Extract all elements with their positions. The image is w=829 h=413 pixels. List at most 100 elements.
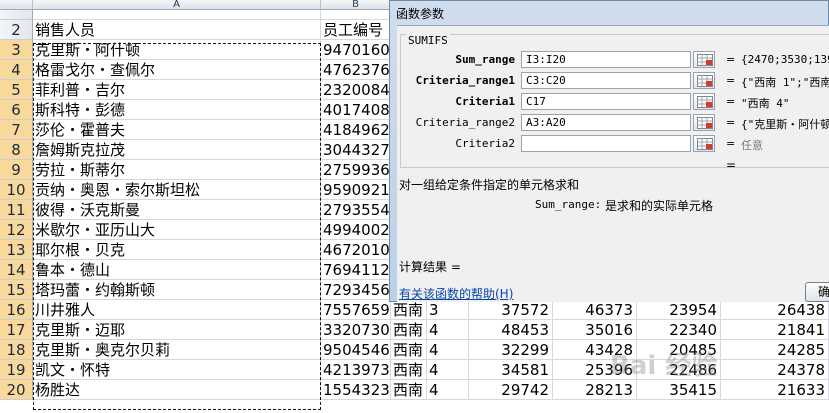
cell-value[interactable]: 21841 [721, 320, 829, 340]
collapse-dialog-button[interactable] [693, 72, 715, 89]
help-link[interactable]: 有关该函数的帮助(H) [399, 285, 513, 302]
cell-value[interactable]: 46373 [553, 300, 637, 320]
cell-value[interactable]: 32299 [469, 340, 553, 360]
row-number[interactable]: 10 [0, 180, 33, 200]
cell-value[interactable]: 22340 [637, 320, 721, 340]
cell-name[interactable]: 贡纳・奥恩・索尔斯坦松 [33, 180, 321, 200]
cell-employee-id[interactable]: 155432343 [321, 380, 391, 400]
cell-value[interactable]: 23954 [637, 300, 721, 320]
cell-name[interactable]: 销售人员 [33, 20, 321, 40]
cell-employee-id[interactable]: 2759936 [321, 160, 391, 180]
collapse-dialog-button[interactable] [693, 114, 715, 131]
cell-region[interactable]: 西南 [391, 300, 427, 320]
row-number[interactable]: 4 [0, 60, 33, 80]
row-number[interactable]: 14 [0, 260, 33, 280]
argument-input[interactable] [521, 135, 691, 152]
row-number[interactable]: 16 [0, 300, 33, 320]
cell-employee-id[interactable]: 755765929 [321, 300, 391, 320]
row-number[interactable]: 2 [0, 20, 33, 40]
row-number[interactable]: 6 [0, 100, 33, 120]
cell-name[interactable]: 耶尔根・贝克 [33, 240, 321, 260]
cell-name[interactable]: 鲁本・德山 [33, 260, 321, 280]
cell-name[interactable]: 劳拉・斯蒂尔 [33, 160, 321, 180]
cell-name[interactable]: 克里斯・迈耶 [33, 320, 321, 340]
cell-employee-id[interactable]: 3044327 [321, 140, 391, 160]
row-number[interactable]: 8 [0, 140, 33, 160]
cell[interactable] [33, 10, 321, 20]
collapse-dialog-button[interactable] [693, 51, 715, 68]
cell-value[interactable]: 21633 [721, 380, 829, 400]
cell-value[interactable]: 48453 [469, 320, 553, 340]
row-number[interactable]: 7 [0, 120, 33, 140]
cell-name[interactable]: 格雷戈尔・查佩尔 [33, 60, 321, 80]
collapse-dialog-button[interactable] [693, 93, 715, 110]
column-header-a[interactable]: A [33, 0, 321, 10]
cell-employee-id[interactable]: 4184962 [321, 120, 391, 140]
cell-value[interactable]: 34581 [469, 360, 553, 380]
cell-number[interactable]: 4 [427, 320, 469, 340]
cell[interactable] [321, 10, 391, 20]
argument-input[interactable]: C3:C20 [521, 72, 691, 89]
cell-number[interactable]: 4 [427, 380, 469, 400]
cell-number[interactable]: 3 [427, 300, 469, 320]
row-number[interactable]: 15 [0, 280, 33, 300]
cell-name[interactable]: 詹姆斯克拉茂 [33, 140, 321, 160]
cell-employee-id[interactable]: 7293456 [321, 280, 391, 300]
argument-input[interactable]: A3:A20 [521, 114, 691, 131]
row-header-corner[interactable] [0, 0, 33, 10]
cell-value[interactable]: 24285 [721, 340, 829, 360]
cell-employee-id[interactable]: 2793554 [321, 200, 391, 220]
cell-employee-id[interactable]: 4762376 [321, 60, 391, 80]
argument-input[interactable]: C17 [521, 93, 691, 110]
cell-region[interactable]: 西南 [391, 380, 427, 400]
cell-value[interactable]: 29742 [469, 380, 553, 400]
cell-name[interactable]: 凯文・怀特 [33, 360, 321, 380]
cell-employee-id[interactable]: 9590921 [321, 180, 391, 200]
column-header-b[interactable]: B [321, 0, 391, 10]
row-number[interactable] [0, 10, 33, 20]
cell-employee-id[interactable]: 4017408 [321, 100, 391, 120]
cell-number[interactable]: 4 [427, 340, 469, 360]
cell-value[interactable]: 24378 [721, 360, 829, 380]
cell-name[interactable]: 川井雅人 [33, 300, 321, 320]
argument-input[interactable]: I3:I20 [521, 51, 691, 68]
row-number[interactable]: 18 [0, 340, 33, 360]
cell-region[interactable]: 西南 [391, 320, 427, 340]
cell-name[interactable]: 菲利普・吉尔 [33, 80, 321, 100]
cell-name[interactable]: 杨胜达 [33, 380, 321, 400]
row-number[interactable]: 20 [0, 380, 33, 400]
row-number[interactable]: 3 [0, 40, 33, 60]
cell-name[interactable]: 莎伦・霍普夫 [33, 120, 321, 140]
cell-value[interactable]: 35415 [637, 380, 721, 400]
cell-name[interactable]: 克里斯・奥克尔贝莉 [33, 340, 321, 360]
cell-name[interactable]: 克里斯・阿什顿 [33, 40, 321, 60]
cell-value[interactable]: 37572 [469, 300, 553, 320]
cell-employee-id[interactable]: 332073075 [321, 320, 391, 340]
row-number[interactable]: 5 [0, 80, 33, 100]
cell-employee-id[interactable]: 2320084 [321, 80, 391, 100]
cell-region[interactable]: 西南 [391, 340, 427, 360]
row-number[interactable]: 19 [0, 360, 33, 380]
cell-name[interactable]: 斯科特・彭德 [33, 100, 321, 120]
cell-employee-id[interactable]: 950454633 [321, 340, 391, 360]
cell-value[interactable]: 28213 [553, 380, 637, 400]
cell-employee-id[interactable]: 9470160 [321, 40, 391, 60]
cell-employee-id[interactable]: 员工编号 [321, 20, 391, 40]
ok-button[interactable]: 确 [805, 282, 829, 302]
cell-name[interactable]: 彼得・沃克斯曼 [33, 200, 321, 220]
cell-number[interactable]: 4 [427, 360, 469, 380]
row-number[interactable]: 17 [0, 320, 33, 340]
collapse-dialog-button[interactable] [693, 135, 715, 152]
row-number[interactable]: 12 [0, 220, 33, 240]
cell-employee-id[interactable]: 4672010 [321, 240, 391, 260]
row-number[interactable]: 9 [0, 160, 33, 180]
cell-employee-id[interactable]: 4994002 [321, 220, 391, 240]
cell-value[interactable]: 35016 [553, 320, 637, 340]
row-number[interactable]: 13 [0, 240, 33, 260]
cell-employee-id[interactable]: 7694112 [321, 260, 391, 280]
cell-employee-id[interactable]: 421397373 [321, 360, 391, 380]
cell-name[interactable]: 米歇尔・亚历山大 [33, 220, 321, 240]
cell-region[interactable]: 西南 [391, 360, 427, 380]
cell-name[interactable]: 塔玛蕾・约翰斯顿 [33, 280, 321, 300]
cell-value[interactable]: 26438 [721, 300, 829, 320]
